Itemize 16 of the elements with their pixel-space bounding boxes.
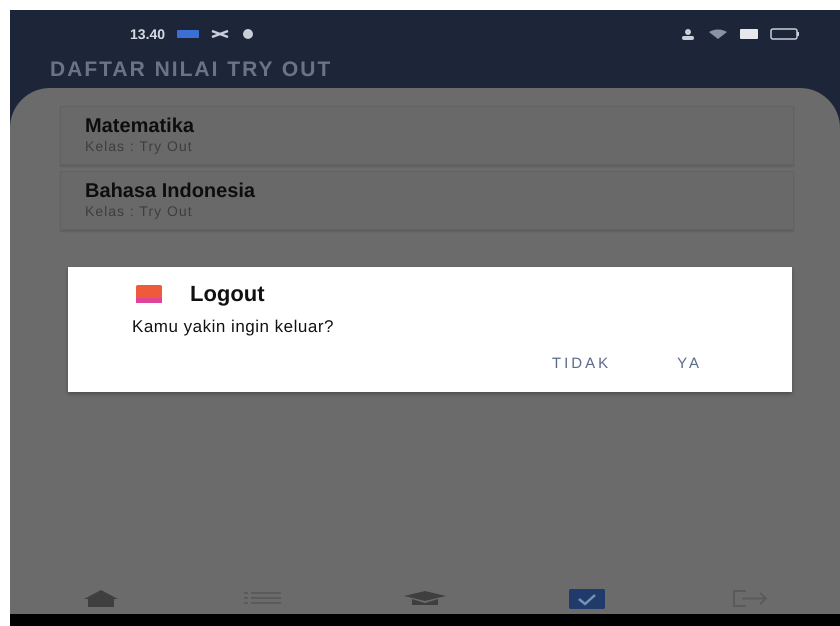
dialog-button[interactable]: YA (669, 351, 710, 376)
dialog-message: Kamu yakin ingin keluar? (132, 317, 335, 337)
circle-icon (241, 28, 256, 40)
sim-icon (740, 29, 758, 39)
person-icon (680, 28, 696, 40)
page-title: DAFTAR NILAI TRY OUT (49, 57, 334, 82)
dialog-button[interactable]: TIDAK (544, 351, 620, 376)
notification-icon (177, 29, 200, 39)
scissors-icon (211, 29, 230, 39)
subject-name: Bahasa Indonesia (85, 180, 256, 203)
wifi-icon (708, 29, 728, 39)
app-logo-icon (136, 285, 162, 303)
subject-name: Matematika (85, 115, 196, 138)
status-time: 13.40 (130, 26, 166, 42)
dialog-title: Logout (190, 281, 265, 307)
battery-icon (770, 28, 800, 40)
